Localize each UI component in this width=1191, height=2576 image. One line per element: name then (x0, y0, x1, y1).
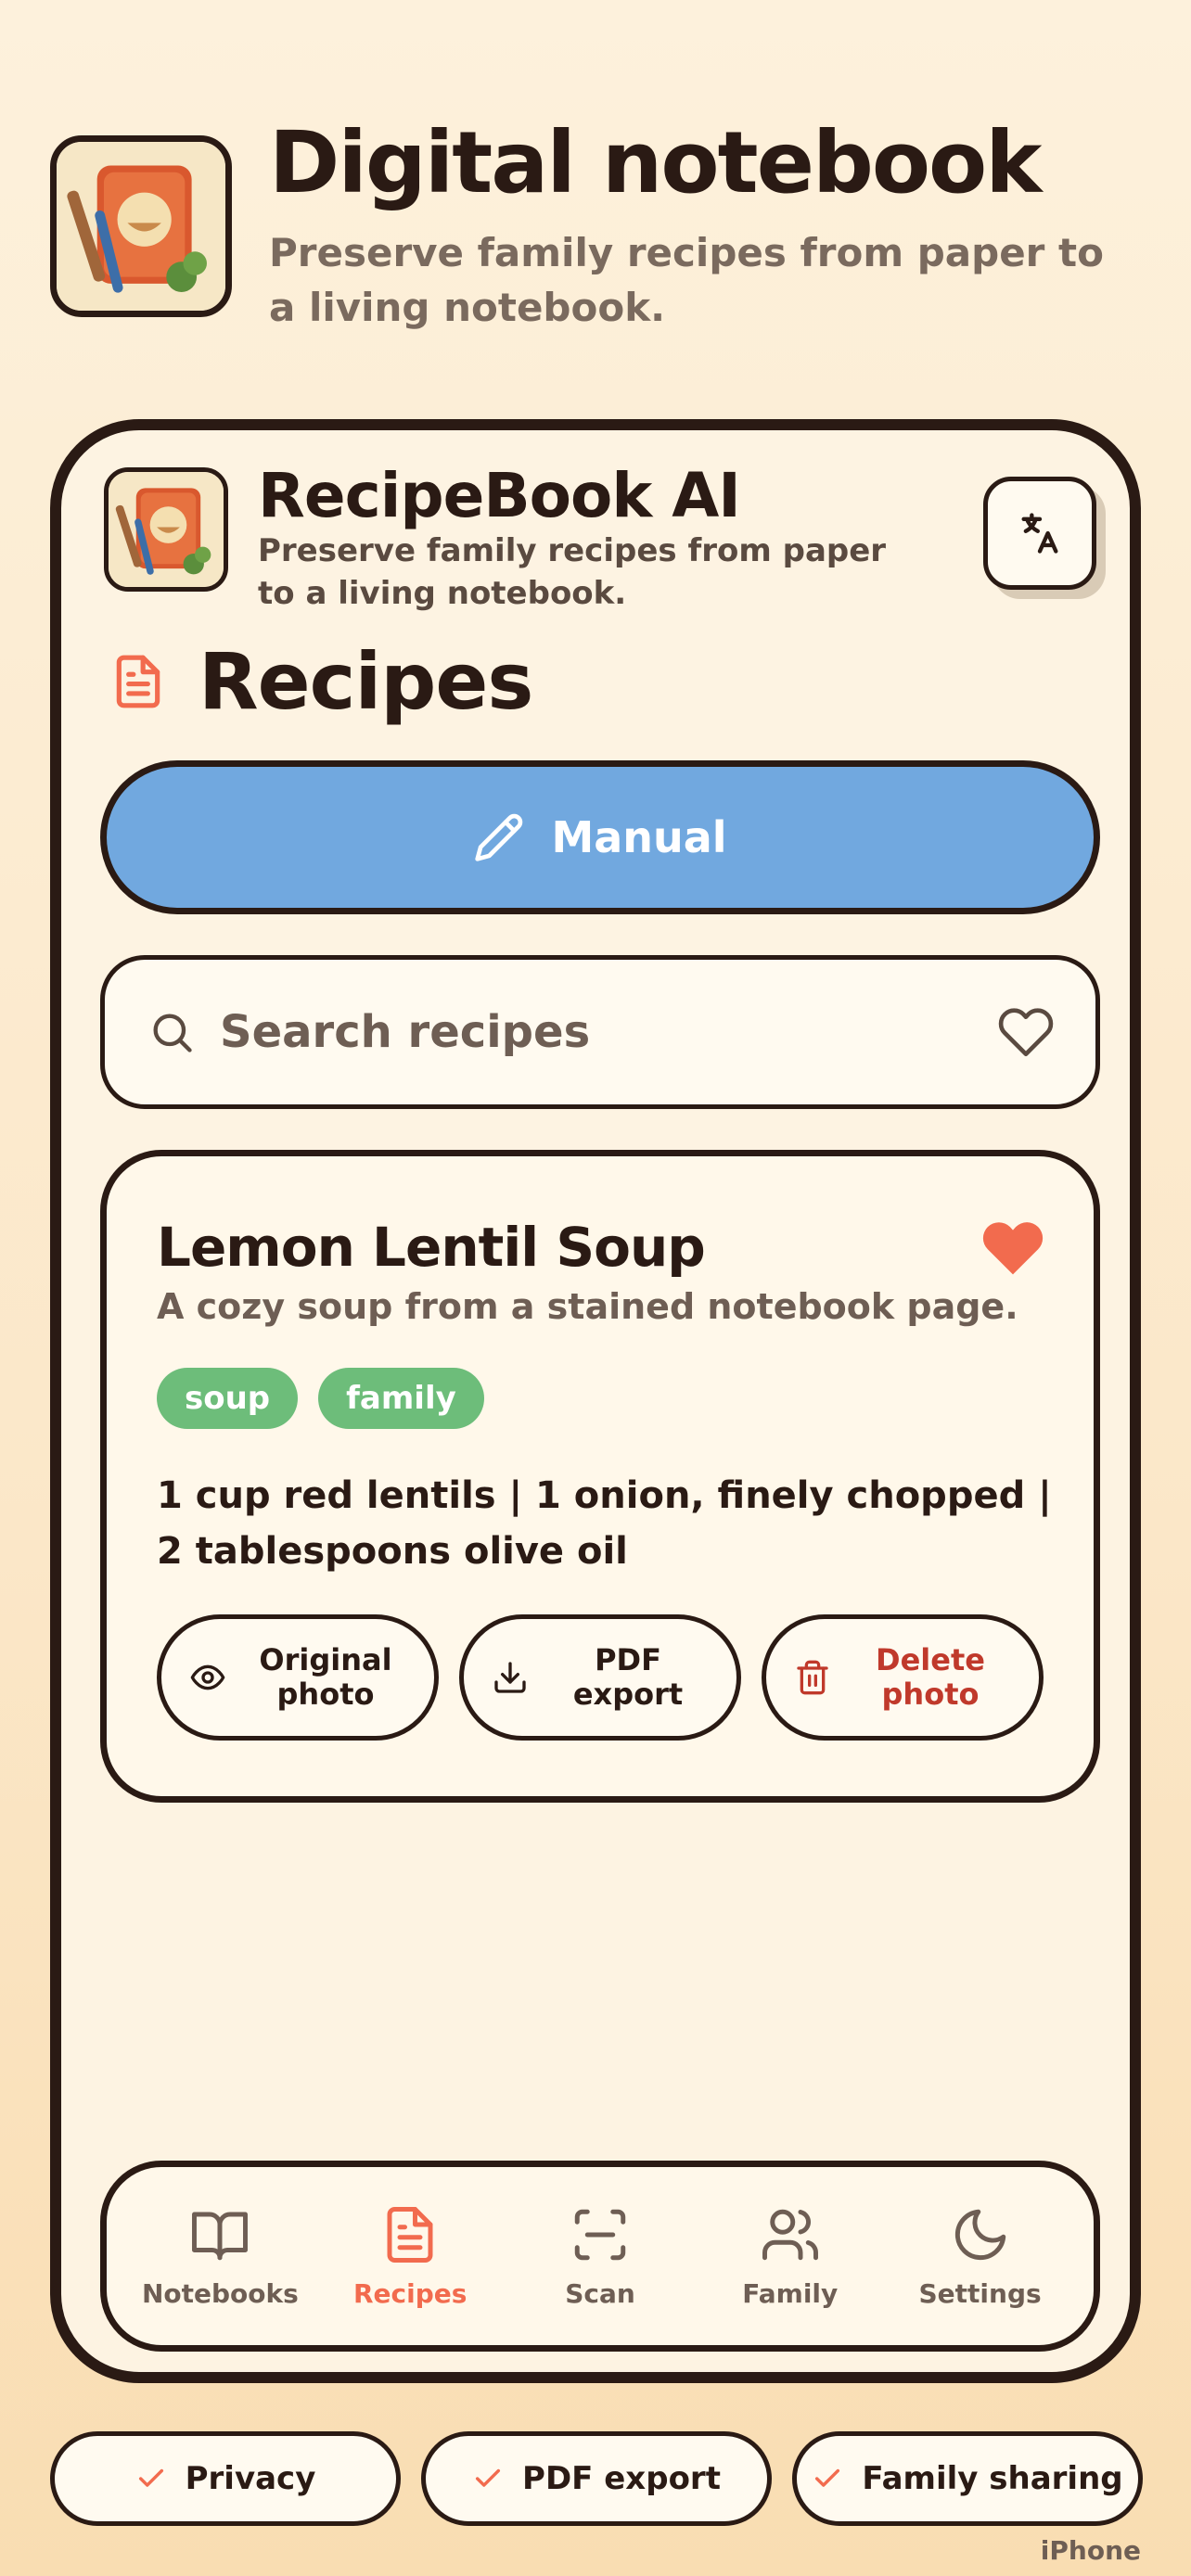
app-logo-icon (50, 135, 232, 317)
check-icon (815, 2468, 840, 2487)
phone-frame: RecipeBook AI Preserve family recipes fr… (50, 419, 1141, 2383)
feature-label: PDF export (522, 2460, 721, 2497)
hero-subtitle: Preserve family recipes from paper to a … (269, 230, 1104, 330)
tag[interactable]: soup (157, 1368, 299, 1429)
tag-list: soup family (157, 1368, 484, 1429)
hero-title: Digital notebook (269, 113, 1042, 212)
nav-item-family[interactable]: Family (702, 2204, 878, 2309)
feature-label: Privacy (185, 2460, 316, 2497)
search-icon (153, 1014, 192, 1052)
recipe-card[interactable]: Lemon Lentil Soup A cozy soup from a sta… (100, 1150, 1100, 1803)
feature-pdf-export: PDF export (421, 2431, 772, 2526)
translate-button[interactable] (983, 477, 1096, 590)
ingredient-summary: 1 cup red lentils | 1 onion, finely chop… (157, 1474, 1052, 1573)
section-heading: Recipes (109, 636, 533, 727)
trash-icon (797, 1660, 828, 1695)
delete-photo-button[interactable]: Delete photo (762, 1614, 1044, 1741)
section-title: Recipes (198, 636, 533, 727)
document-icon (387, 2206, 433, 2263)
translate-icon (1021, 513, 1058, 554)
original-photo-button[interactable]: Original photo (157, 1614, 439, 1741)
nav-item-settings[interactable]: Settings (892, 2204, 1069, 2309)
download-icon (494, 1662, 526, 1693)
nav-label: Family (742, 2277, 839, 2309)
bottom-nav: Notebooks Recipes Scan Family Settings (100, 2161, 1100, 2352)
feature-label: Family sharing (862, 2460, 1123, 2497)
app-name: RecipeBook AI (258, 460, 741, 531)
recipe-actions: Original photo PDF export Delete photo (157, 1614, 1044, 1741)
users-icon (762, 2209, 818, 2260)
pdf-export-label: PDF export (572, 1642, 684, 1712)
pencil-icon (475, 813, 523, 861)
recipe-description: A cozy soup from a stained notebook page… (157, 1286, 1018, 1327)
manual-button-label: Manual (551, 812, 727, 862)
check-icon (138, 2468, 163, 2487)
scan-icon (574, 2209, 626, 2260)
eye-icon (190, 1664, 225, 1690)
tag[interactable]: family (318, 1368, 484, 1429)
feature-privacy: Privacy (50, 2431, 401, 2526)
nav-label: Notebooks (141, 2277, 299, 2309)
manual-button[interactable]: Manual (100, 760, 1100, 914)
nav-item-scan[interactable]: Scan (512, 2204, 688, 2309)
nav-label: Settings (918, 2277, 1042, 2309)
nav-label: Scan (565, 2277, 635, 2309)
book-icon (192, 2212, 249, 2260)
device-label: iPhone (1040, 2535, 1141, 2566)
feature-family-sharing: Family sharing (792, 2431, 1143, 2526)
search-input[interactable]: Search recipes (220, 1006, 997, 1058)
document-icon (116, 655, 160, 708)
app-logo-icon (104, 467, 228, 592)
feature-list: Privacy PDF export Family sharing (50, 2431, 1143, 2526)
moon-icon (954, 2209, 1005, 2260)
search-box[interactable]: Search recipes (100, 955, 1100, 1109)
check-icon (475, 2468, 501, 2487)
pdf-export-button[interactable]: PDF export (459, 1614, 741, 1741)
app-tagline: Preserve family recipes from paper to a … (258, 532, 887, 612)
nav-label: Recipes (352, 2277, 467, 2309)
nav-item-recipes[interactable]: Recipes (322, 2204, 498, 2309)
heart-filled-icon[interactable] (979, 1214, 1047, 1282)
recipe-title: Lemon Lentil Soup (157, 1216, 706, 1279)
original-photo-label: Original photo (259, 1642, 392, 1712)
delete-photo-label: Delete photo (876, 1642, 985, 1712)
heart-outline-icon[interactable] (997, 1003, 1055, 1061)
nav-item-notebooks[interactable]: Notebooks (132, 2204, 308, 2309)
